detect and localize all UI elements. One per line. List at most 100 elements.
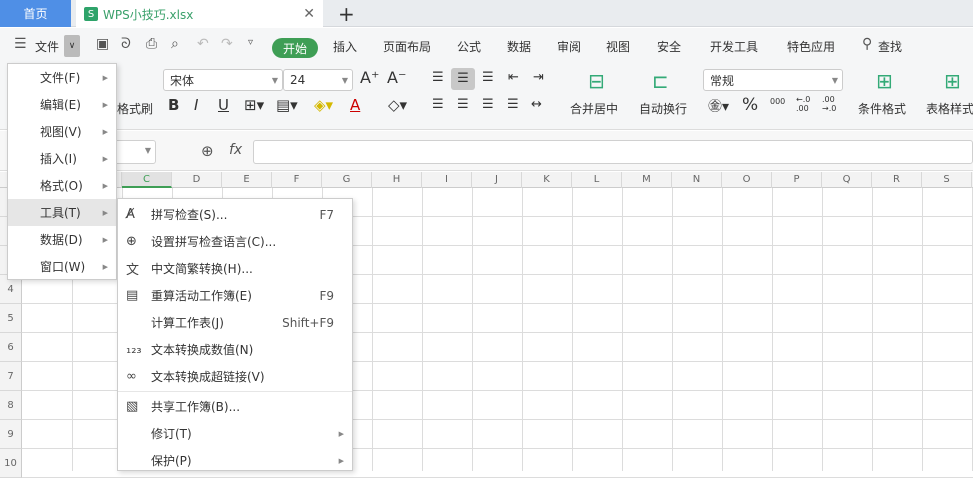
menu-item[interactable]: 插入(I) ▶ xyxy=(8,145,116,172)
print-preview-icon[interactable]: ⌕ xyxy=(171,36,179,52)
align-center-icon[interactable]: ☰ xyxy=(457,97,469,112)
row-header-9[interactable]: 9 xyxy=(0,420,22,449)
row-header-8[interactable]: 8 xyxy=(0,391,22,420)
italic-icon[interactable]: I xyxy=(194,96,198,114)
file-menu[interactable]: 文件 xyxy=(35,38,59,55)
redo-icon[interactable]: ↷ xyxy=(221,36,233,52)
column-header-N[interactable]: N xyxy=(672,172,722,188)
font-select[interactable]: 宋体 ▼ xyxy=(163,69,283,91)
align-right-icon[interactable]: ☰ xyxy=(482,97,494,112)
currency-icon[interactable]: ㊎▾ xyxy=(708,96,729,116)
fill-color-icon[interactable]: ◈▾ xyxy=(314,96,333,114)
row-header-5[interactable]: 5 xyxy=(0,304,22,333)
decrease-font-icon[interactable]: A⁻ xyxy=(387,68,406,87)
table-style-icon[interactable]: ⊞ xyxy=(944,69,961,93)
tab-security[interactable]: 安全 xyxy=(657,38,681,55)
tab-insert[interactable]: 插入 xyxy=(333,38,357,55)
submenu-item[interactable]: 保护(P) ▶ xyxy=(118,447,352,474)
save-icon[interactable]: ▣ xyxy=(96,36,109,52)
align-top-icon[interactable]: ☰ xyxy=(432,70,444,85)
column-header-O[interactable]: O xyxy=(722,172,772,188)
column-header-Q[interactable]: Q xyxy=(822,172,872,188)
fx-icon[interactable]: fx xyxy=(229,142,242,158)
tab-data[interactable]: 数据 xyxy=(507,38,531,55)
column-header-H[interactable]: H xyxy=(372,172,422,188)
justify-icon[interactable]: ☰ xyxy=(507,97,519,112)
distribute-icon[interactable]: ↔ xyxy=(531,97,542,112)
column-header-M[interactable]: M xyxy=(622,172,672,188)
wrap-text-button[interactable]: 自动换行 xyxy=(639,100,687,117)
tab-developer[interactable]: 开发工具 xyxy=(710,38,758,55)
menu-item[interactable]: 文件(F) ▶ xyxy=(8,64,116,91)
submenu-item[interactable]: 文中文简繁转换(H)... xyxy=(118,255,352,282)
cell-style-icon[interactable]: ▤▾ xyxy=(276,96,298,114)
submenu-item[interactable]: A̸ 拼写检查(S)... F7 xyxy=(118,201,352,228)
tab-home[interactable]: 首页 xyxy=(0,0,71,27)
search-icon[interactable]: ⚲ xyxy=(862,36,872,52)
wrap-icon[interactable]: ⊏ xyxy=(652,69,669,93)
menu-item[interactable]: 格式(O) ▶ xyxy=(8,172,116,199)
column-header-C[interactable]: C xyxy=(122,172,172,188)
column-header-K[interactable]: K xyxy=(522,172,572,188)
font-size-select[interactable]: 24 ▼ xyxy=(283,69,353,91)
row-header-7[interactable]: 7 xyxy=(0,362,22,391)
tab-review[interactable]: 审阅 xyxy=(557,38,581,55)
tab-page-layout[interactable]: 页面布局 xyxy=(383,38,431,55)
submenu-item[interactable]: ⊕ 设置拼写检查语言(C)... xyxy=(118,228,352,255)
submenu-item[interactable]: ₁₂₃ 文本转换成数值(N) xyxy=(118,336,352,363)
number-format-select[interactable]: 常规 ▼ xyxy=(703,69,843,91)
increase-font-icon[interactable]: A⁺ xyxy=(360,68,379,87)
hamburger-icon[interactable]: ☰ xyxy=(14,36,27,52)
new-tab-button[interactable]: + xyxy=(338,2,355,26)
customize-icon[interactable]: ▿ xyxy=(248,37,253,48)
font-color-icon[interactable]: A xyxy=(350,96,360,114)
close-icon[interactable]: ✕ xyxy=(303,6,315,22)
clear-icon[interactable]: ◇▾ xyxy=(388,96,407,114)
row-header-10[interactable]: 10 xyxy=(0,449,22,478)
column-header-R[interactable]: R xyxy=(872,172,922,188)
print-icon[interactable]: ⎙ xyxy=(146,36,157,52)
column-header-L[interactable]: L xyxy=(572,172,622,188)
column-header-S[interactable]: S xyxy=(922,172,972,188)
row-header-6[interactable]: 6 xyxy=(0,333,22,362)
column-header-G[interactable]: G xyxy=(322,172,372,188)
conditional-format-button[interactable]: 条件格式 xyxy=(858,100,906,117)
format-painter-label[interactable]: 格式刷 xyxy=(117,100,153,117)
column-header-D[interactable]: D xyxy=(172,172,222,188)
menu-item[interactable]: 工具(T) ▶ xyxy=(8,199,116,226)
menu-item[interactable]: 数据(D) ▶ xyxy=(8,226,116,253)
column-header-P[interactable]: P xyxy=(772,172,822,188)
align-bottom-icon[interactable]: ☰ xyxy=(482,70,494,85)
tab-start[interactable]: 开始 xyxy=(272,38,318,58)
underline-icon[interactable]: U xyxy=(218,96,229,114)
submenu-item[interactable]: ▤ 重算活动工作簿(E) F9 xyxy=(118,282,352,309)
formula-input[interactable] xyxy=(253,140,973,164)
thousands-button[interactable]: 000 xyxy=(770,97,785,106)
submenu-item[interactable]: 计算工作表(J) Shift+F9 xyxy=(118,309,352,336)
search-button[interactable]: 查找 xyxy=(878,38,902,55)
undo-icon[interactable]: ↶ xyxy=(197,36,209,52)
column-header-I[interactable]: I xyxy=(422,172,472,188)
chevron-down-icon[interactable]: ∨ xyxy=(64,35,80,57)
indent-decrease-icon[interactable]: ⇤ xyxy=(508,70,519,85)
tab-view[interactable]: 视图 xyxy=(606,38,630,55)
menu-item[interactable]: 编辑(E) ▶ xyxy=(8,91,116,118)
tab-special[interactable]: 特色应用 xyxy=(787,38,835,55)
percent-button[interactable]: % xyxy=(742,95,758,115)
export-icon[interactable]: ᘐ xyxy=(121,36,131,52)
indent-increase-icon[interactable]: ⇥ xyxy=(533,70,544,85)
tab-document[interactable]: S WPS小技巧.xlsx ✕ xyxy=(76,0,323,28)
zoom-icon[interactable]: ⊕ xyxy=(201,142,214,160)
merge-center-button[interactable]: 合并居中 xyxy=(570,100,618,117)
tab-formula[interactable]: 公式 xyxy=(457,38,481,55)
submenu-item[interactable]: ∞ 文本转换成超链接(V) xyxy=(118,363,352,390)
column-header-E[interactable]: E xyxy=(222,172,272,188)
merge-icon[interactable]: ⊟ xyxy=(588,69,605,93)
decrease-decimal-button[interactable]: .00 →.0 xyxy=(822,95,842,113)
menu-item[interactable]: 视图(V) ▶ xyxy=(8,118,116,145)
column-header-J[interactable]: J xyxy=(472,172,522,188)
align-middle-icon[interactable]: ☰ xyxy=(451,68,475,90)
bold-icon[interactable]: B xyxy=(168,96,179,114)
increase-decimal-button[interactable]: ←.0 .00 xyxy=(796,95,816,113)
menu-item[interactable]: 窗口(W) ▶ xyxy=(8,253,116,280)
